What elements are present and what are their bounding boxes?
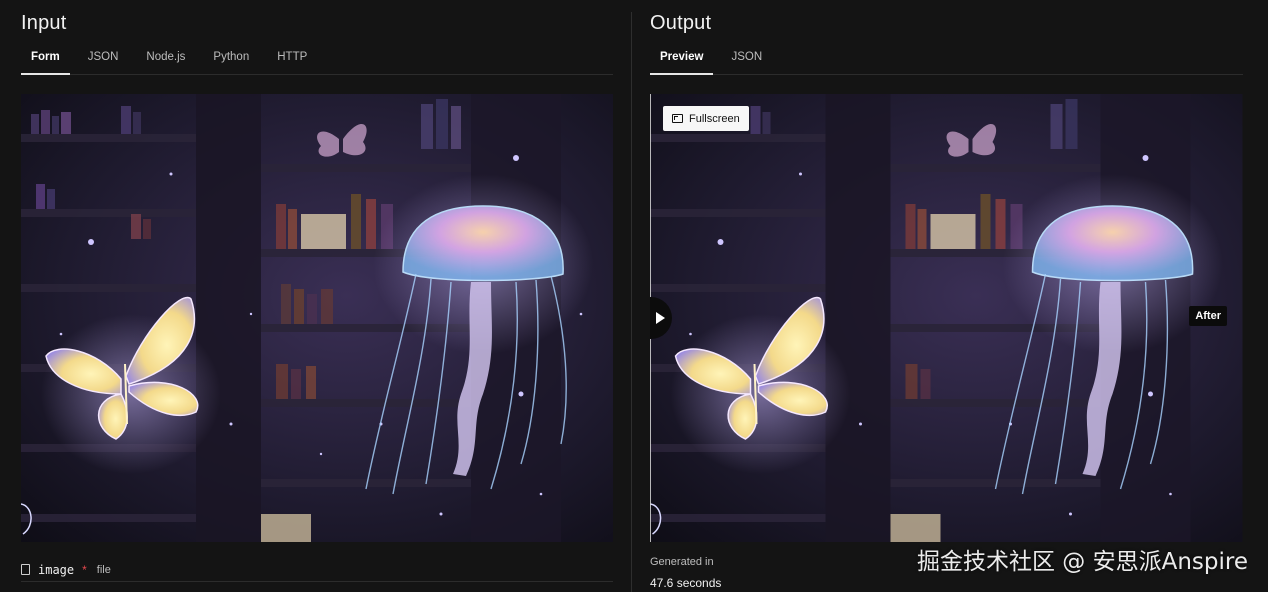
fullscreen-button[interactable]: Fullscreen (663, 106, 749, 131)
generated-label: Generated in (650, 556, 714, 568)
input-panel: Input Form JSON Node.js Python HTTP imag… (0, 0, 631, 592)
play-icon (656, 312, 665, 324)
output-tabs: Preview JSON (650, 47, 1243, 75)
after-badge: After (1189, 306, 1227, 326)
input-image-art (21, 94, 613, 542)
tab-preview[interactable]: Preview (650, 47, 714, 75)
watermark: 掘金技术社区 @ 安思派Anspire (916, 549, 1248, 575)
output-title: Output (650, 12, 712, 34)
tab-output-json[interactable]: JSON (721, 47, 772, 74)
required-mark: * (82, 562, 87, 577)
output-image-art (650, 94, 1243, 542)
input-title: Input (21, 12, 67, 34)
field-type: file (96, 563, 111, 576)
generated-value: 47.6 seconds (650, 576, 722, 590)
output-panel: Output Preview JSON Fullscreen After Gen… (632, 0, 1268, 592)
input-tabs: Form JSON Node.js Python HTTP (21, 47, 613, 75)
tab-nodejs[interactable]: Node.js (136, 47, 195, 74)
tab-form[interactable]: Form (21, 47, 70, 75)
tab-http[interactable]: HTTP (267, 47, 317, 74)
file-icon (21, 564, 30, 575)
image-field-row[interactable]: image * file (21, 558, 613, 582)
field-name: image (38, 562, 75, 577)
input-image (21, 94, 613, 542)
fullscreen-icon (672, 114, 683, 123)
tab-python[interactable]: Python (203, 47, 259, 74)
fullscreen-label: Fullscreen (689, 112, 740, 125)
tab-json[interactable]: JSON (78, 47, 129, 74)
output-image[interactable]: Fullscreen After (650, 94, 1243, 542)
